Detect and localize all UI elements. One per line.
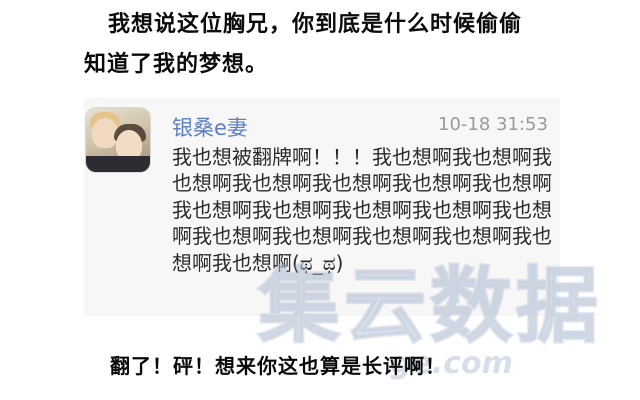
top-caption: 我想说这位胸兄，你到底是什么时候偷偷 知道了我的梦想。	[84, 4, 604, 84]
comment-card: 银桑e妻 10-18 31:53 我也想被翻牌啊！！！我也想啊我也想啊我也想啊我…	[84, 98, 560, 316]
comment-text: 我也想被翻牌啊！！！我也想啊我也想啊我也想啊我也想啊我也想啊我也想啊我也想啊我也…	[172, 145, 552, 275]
bottom-caption: 翻了！砰！想来你这也算是长评啊！	[110, 354, 446, 378]
top-caption-line-2: 知道了我的梦想。	[84, 51, 269, 77]
comment-timestamp: 10-18 31:53	[438, 114, 548, 135]
user-avatar-icon[interactable]	[86, 108, 150, 172]
comment-username[interactable]: 银桑e妻	[172, 112, 248, 142]
top-caption-line-1: 我想说这位胸兄，你到底是什么时候偷偷	[108, 11, 523, 37]
